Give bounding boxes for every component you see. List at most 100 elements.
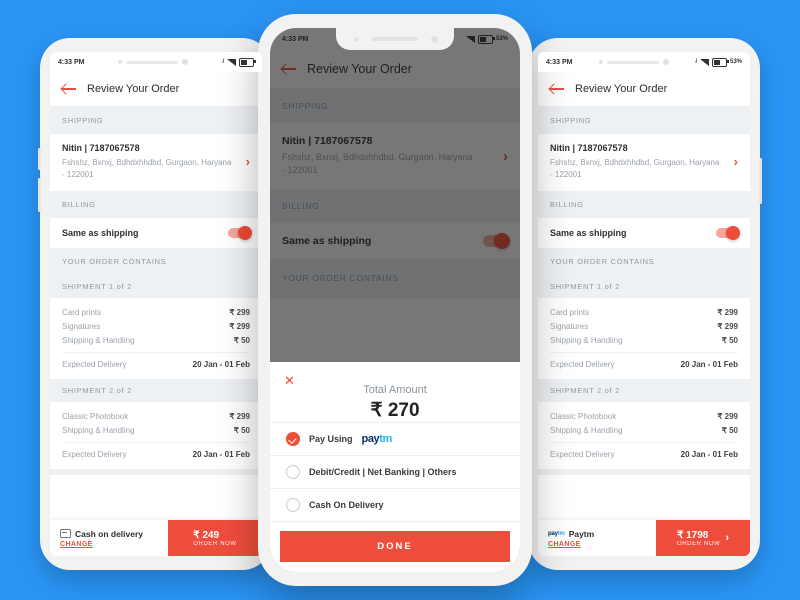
signal-icon [226, 58, 236, 66]
line-item-name: Signatures [550, 321, 589, 331]
payment-modal: ✕ Total Amount ₹ 270 Pay Using paytm Deb… [270, 362, 520, 572]
delivery-label: Expected Delivery [550, 360, 615, 370]
payment-option-cod[interactable]: Cash On Delivery [270, 488, 520, 521]
delivery-value: 20 Jan - 01 Feb [192, 450, 250, 460]
chevron-right-icon[interactable]: › [734, 154, 738, 169]
shipping-address-row[interactable]: Nitin | 7187067578 Fshshz, Bxnxj, Bdhdxh… [538, 134, 750, 192]
app-bar: Review Your Order [50, 72, 262, 107]
back-arrow-icon[interactable] [62, 83, 77, 95]
total-amount-value: ₹ 270 [370, 400, 420, 421]
battery-percent: 53% [729, 59, 742, 65]
address-line-1: Fshshz, Bxnxj, Bdhdxhhdbd, Gurgaon, Hary… [550, 158, 720, 167]
shipment-2-title: SHIPMENT 2 of 2 [538, 379, 750, 403]
earpiece-group [118, 59, 189, 65]
line-item-price: ₹ 299 [717, 307, 738, 317]
shipping-section-label: SHIPPING [538, 107, 750, 134]
status-bar: 4:33 PM i [50, 52, 262, 72]
line-item-price: ₹ 299 [717, 411, 738, 421]
line-item-price: ₹ 299 [717, 321, 738, 331]
order-content: SHIPPING Nitin | 7187067578 Fshshz, Bxnx… [50, 107, 262, 476]
chevron-right-icon[interactable]: › [246, 154, 250, 169]
radio-selected-icon[interactable] [286, 432, 300, 446]
billing-same-as-shipping-row[interactable]: Same as shipping [50, 218, 262, 249]
order-now-button[interactable]: ₹ 249 ORDER NOW [168, 520, 262, 556]
address-name-phone: Nitin | 7187067578 [550, 143, 628, 153]
shipment-2-title: SHIPMENT 2 of 2 [50, 379, 262, 403]
line-item: Shipping & Handling ₹ 50 [550, 423, 738, 437]
spacer [538, 469, 750, 476]
phone-left: 4:33 PM i Review Your Order SHIPPING Nit… [38, 38, 272, 570]
shipping-address-row[interactable]: Nitin | 7187067578 Fshshz, Bxnxj, Bdhdxh… [50, 134, 262, 192]
paytm-logo-icon: paytm [362, 433, 393, 445]
battery-icon [238, 57, 256, 67]
status-time: 4:33 PM [58, 58, 85, 66]
line-item: Card prints ₹ 299 [62, 305, 250, 319]
payment-option-cards[interactable]: Debit/Credit | Net Banking | Others [270, 455, 520, 488]
line-item-name: Shipping & Handling [550, 425, 623, 435]
volume-down-button[interactable] [38, 178, 41, 212]
billing-toggle-label: Same as shipping [62, 228, 139, 239]
payment-option-label: Cash On Delivery [309, 500, 384, 510]
delivery-value: 20 Jan - 01 Feb [680, 360, 738, 370]
billing-toggle[interactable] [716, 226, 740, 241]
phone-right: 4:33 PM i 53% Review Your Order SHIPPING [528, 38, 762, 570]
order-now-button[interactable]: ₹ 1798 ORDER NOW › [656, 520, 750, 556]
close-icon[interactable]: ✕ [270, 372, 295, 387]
delivery-label: Expected Delivery [550, 450, 615, 460]
address-name-phone: Nitin | 7187067578 [62, 143, 140, 153]
change-payment-link[interactable]: CHANGE [548, 541, 646, 548]
front-camera-icon [431, 36, 438, 43]
payment-method-label: Cash on delivery [75, 528, 144, 539]
radio-unselected-icon[interactable] [286, 498, 300, 512]
power-button[interactable] [759, 158, 762, 204]
done-button[interactable]: DONE [280, 531, 510, 562]
shipment-1-items: Card prints ₹ 299 Signatures ₹ 299 Shipp… [538, 298, 750, 380]
radio-unselected-icon[interactable] [286, 465, 300, 479]
sensor-icon [354, 37, 359, 42]
shipment-1-items: Card prints ₹ 299 Signatures ₹ 299 Shipp… [50, 298, 262, 380]
payment-method-row: paytm Paytm [548, 529, 646, 539]
expected-delivery-row: Expected Delivery 20 Jan - 01 Feb [550, 352, 738, 371]
payment-method-summary: Cash on delivery CHANGE [50, 520, 168, 556]
payment-option-label: Debit/Credit | Net Banking | Others [309, 467, 457, 477]
order-now-label: ORDER NOW [676, 540, 721, 547]
order-section-label: YOUR ORDER CONTAINS [50, 248, 262, 276]
payment-option-paytm[interactable]: Pay Using paytm [270, 422, 520, 455]
address-line-2: - 122001 [62, 169, 94, 179]
volume-up-button[interactable] [38, 148, 41, 170]
screen-right: 4:33 PM i 53% Review Your Order SHIPPING [538, 52, 750, 556]
order-content: SHIPPING Nitin | 7187067578 Fshshz, Bxnx… [538, 107, 750, 476]
status-icons: i [222, 57, 256, 67]
info-icon: i [222, 59, 224, 65]
billing-same-as-shipping-row[interactable]: Same as shipping [538, 218, 750, 249]
phone-center: 4:33 PM 53% Review Your Order SHIPPING N… [258, 14, 532, 586]
address-text: Nitin | 7187067578 Fshshz, Bxnxj, Bdhdxh… [62, 143, 231, 180]
battery-icon [711, 57, 729, 67]
back-arrow-icon[interactable] [550, 83, 565, 95]
line-item-name: Card prints [62, 307, 102, 317]
shipment-1-title: SHIPMENT 1 of 2 [50, 275, 262, 299]
billing-toggle[interactable] [228, 226, 252, 241]
wallet-icon [60, 529, 71, 538]
bottom-checkout-bar: Cash on delivery CHANGE ₹ 249 ORDER NOW [50, 520, 262, 556]
change-payment-link[interactable]: CHANGE [60, 541, 158, 548]
paytm-logo-icon: paytm [548, 530, 565, 537]
order-section-label: YOUR ORDER CONTAINS [538, 248, 750, 276]
line-item-price: ₹ 50 [233, 425, 250, 435]
status-icons: i 53% [695, 57, 742, 67]
line-item-name: Shipping & Handling [62, 335, 135, 345]
earpiece-speaker [372, 37, 418, 41]
line-item-price: ₹ 50 [721, 335, 738, 345]
total-amount-label: Total Amount [363, 384, 427, 396]
order-now-text-group: ₹ 1798 ORDER NOW [677, 530, 720, 547]
page-title: Review Your Order [575, 83, 668, 95]
line-item: Classic Photobook ₹ 299 [62, 409, 250, 423]
page-title: Review Your Order [87, 83, 180, 95]
done-button-wrap: DONE [270, 521, 520, 572]
line-item-price: ₹ 299 [229, 411, 250, 421]
line-item: Shipping & Handling ₹ 50 [62, 423, 250, 437]
expected-delivery-row: Expected Delivery 20 Jan - 01 Feb [550, 442, 738, 461]
line-item-price: ₹ 50 [721, 425, 738, 435]
line-item-price: ₹ 299 [229, 321, 250, 331]
line-item-name: Classic Photobook [550, 411, 617, 421]
